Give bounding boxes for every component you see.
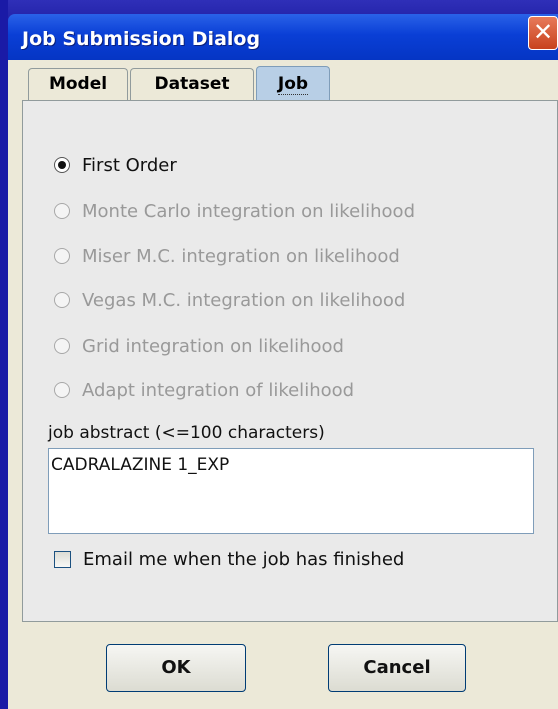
radio-label: Monte Carlo integration on likelihood (82, 200, 415, 222)
radio-label: Miser M.C. integration on likelihood (82, 245, 400, 267)
radio-button[interactable] (54, 203, 70, 219)
tab-dataset[interactable]: Dataset (130, 68, 254, 100)
radio-label: First Order (82, 154, 177, 176)
tab-job[interactable]: Job (256, 66, 330, 102)
radio-monte-carlo[interactable]: Monte Carlo integration on likelihood (54, 196, 415, 226)
radio-button[interactable] (54, 292, 70, 308)
close-icon: ✕ (532, 18, 554, 46)
radio-button[interactable] (54, 382, 70, 398)
radio-adapt[interactable]: Adapt integration of likelihood (54, 375, 354, 405)
tab-model[interactable]: Model (28, 68, 128, 100)
tab-dataset-label: Dataset (154, 74, 230, 94)
tab-job-label: Job (277, 74, 309, 95)
ok-button[interactable]: OK (106, 644, 246, 692)
radio-first-order[interactable]: First Order (54, 150, 177, 180)
email-checkbox-label: Email me when the job has finished (83, 548, 405, 570)
cancel-button[interactable]: Cancel (328, 644, 466, 692)
close-button[interactable]: ✕ (528, 16, 558, 50)
desktop-edge (0, 0, 8, 709)
tab-model-label: Model (48, 74, 108, 94)
radio-miser[interactable]: Miser M.C. integration on likelihood (54, 241, 400, 271)
radio-button-selected[interactable] (54, 157, 70, 173)
dialog-title: Job Submission Dialog (22, 28, 261, 50)
radio-label: Vegas M.C. integration on likelihood (82, 289, 406, 311)
radio-grid[interactable]: Grid integration on likelihood (54, 331, 344, 361)
job-abstract-label: job abstract (<=100 characters) (48, 423, 325, 443)
email-option[interactable]: Email me when the job has finished (54, 546, 404, 572)
radio-button[interactable] (54, 248, 70, 264)
radio-label: Adapt integration of likelihood (82, 379, 355, 401)
radio-label: Grid integration on likelihood (82, 335, 344, 357)
job-abstract-input[interactable]: CADRALAZINE 1_EXP (48, 448, 534, 534)
radio-button[interactable] (54, 338, 70, 354)
radio-vegas[interactable]: Vegas M.C. integration on likelihood (54, 285, 405, 315)
email-checkbox[interactable] (54, 550, 71, 568)
